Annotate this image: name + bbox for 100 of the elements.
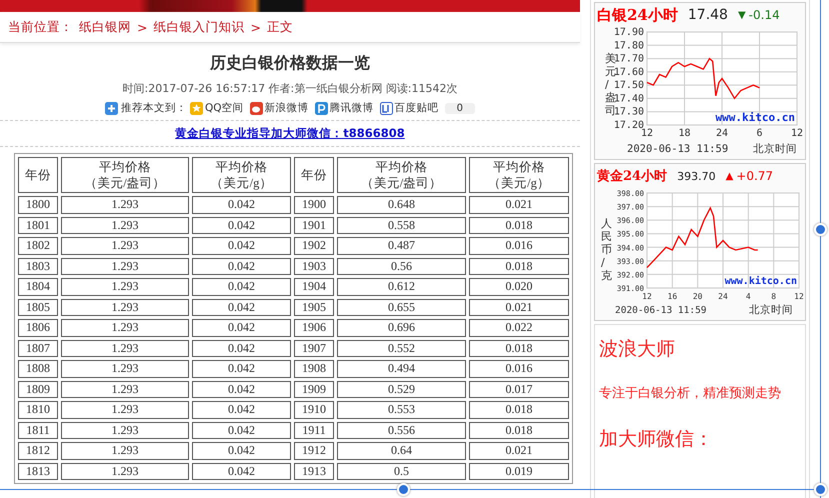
table-cell: 0.042 [192, 442, 291, 460]
chart-date: 2020-06-13 11:59 [627, 143, 728, 154]
column-header: 平均价格 [374, 159, 428, 175]
share-link[interactable]: 新浪微博 [250, 101, 309, 115]
table-cell: 1903 [294, 258, 334, 275]
y-tick-label: 17.60 [614, 66, 644, 78]
source-label: www.kitco.cn [724, 276, 797, 287]
timezone-label: 北京时间 [753, 143, 797, 154]
table-cell: 1907 [294, 340, 334, 357]
table-cell: 1904 [294, 278, 334, 296]
y-axis-label: 美元/盎司 [605, 52, 616, 117]
x-tick-label: 6 [756, 128, 763, 139]
y-tick-label: 17.50 [614, 80, 644, 92]
table-cell: 0.042 [192, 237, 291, 254]
table-cell: 0.042 [192, 258, 291, 275]
timezone-label: 北京时间 [749, 304, 793, 315]
resize-handle[interactable] [814, 483, 827, 496]
table-cell: 1902 [294, 237, 334, 254]
ad-text: 加大师微信： [599, 426, 713, 452]
table-cell: 0.019 [469, 462, 569, 480]
table-cell: 0.612 [337, 278, 466, 296]
table-cell: 0.042 [192, 340, 291, 357]
table-cell: 0.042 [192, 278, 291, 296]
x-tick-label: 24 [718, 292, 728, 301]
article-meta: 时间:2017-07-26 16:57:17 作者:第一纸白银分析网 阅读:11542次 [122, 81, 458, 96]
table-cell: 0.018 [469, 422, 569, 439]
table-cell: 0.042 [192, 422, 291, 439]
table-cell: 0.696 [337, 319, 466, 336]
table-cell: 1803 [18, 258, 58, 275]
current-price: 17.48 [688, 7, 728, 23]
table-cell: 0.553 [337, 401, 466, 418]
ad-text: 专注于白银分析，精准预测走势 [599, 386, 781, 403]
table-cell: 0.487 [337, 237, 466, 254]
resize-handle[interactable] [814, 223, 827, 236]
y-axis-label: 人民币/克 [601, 217, 612, 282]
table-cell: 1913 [294, 462, 334, 480]
table-cell: 1801 [18, 216, 58, 234]
table-cell: 1910 [294, 401, 334, 418]
y-tick-label: 17.30 [614, 106, 644, 118]
table-cell: 0.022 [469, 319, 569, 336]
table-cell: 1805 [18, 298, 58, 316]
table-cell: 0.021 [469, 442, 569, 460]
breadcrumb-separator: > [250, 20, 261, 34]
table-cell: 1.293 [61, 258, 189, 275]
chart-title: 白银24小时 [597, 6, 678, 24]
table-cell: 1905 [294, 298, 334, 316]
table-cell: 1912 [294, 442, 334, 460]
y-tick-label: 17.90 [614, 27, 644, 38]
breadcrumb-link[interactable]: 纸白银入门知识 [153, 18, 244, 36]
x-tick-label: 16 [668, 292, 678, 301]
table-cell: 1911 [294, 422, 334, 439]
table-cell: 0.042 [192, 298, 291, 316]
table-cell: 1.293 [61, 298, 189, 316]
table-cell: 1900 [294, 196, 334, 214]
table-cell: 0.016 [469, 360, 569, 378]
breadcrumb-link[interactable]: 纸白银网 [79, 18, 131, 36]
trend-arrow: ▼ [738, 10, 746, 20]
table-cell: 1807 [18, 340, 58, 357]
promo-link[interactable]: 黄金白银专业指导加大师微信：t8866808 [175, 126, 405, 141]
table-cell: 1800 [18, 196, 58, 214]
table-cell: 0.042 [192, 216, 291, 234]
resize-handle[interactable] [397, 483, 410, 496]
table-cell: 0.020 [469, 278, 569, 296]
x-tick-label: 4 [746, 292, 751, 301]
table-cell: 1.293 [61, 237, 189, 254]
table-cell: 1.293 [61, 216, 189, 234]
plus-icon [105, 102, 118, 114]
x-tick-label: 12 [640, 128, 654, 139]
share-link[interactable]: 百度贴吧 [380, 101, 439, 115]
table-cell: 1.293 [61, 196, 189, 214]
column-unit: （美元/盎司） [83, 175, 167, 191]
current-price: 393.70 [677, 170, 716, 182]
table-cell: 0.017 [469, 380, 569, 398]
table-cell: 0.018 [469, 258, 569, 275]
table-cell: 0.016 [469, 237, 569, 254]
ad-text: 波浪大师 [599, 337, 675, 362]
column-header: 平均价格 [98, 159, 152, 175]
table-cell: 0.018 [469, 340, 569, 357]
table-cell: 0.5 [337, 462, 466, 480]
table-cell: 0.556 [337, 422, 466, 439]
breadcrumb-link[interactable]: 正文 [266, 18, 293, 36]
share-link[interactable]: QQ空间 [190, 101, 244, 115]
chart-title: 黄金24小时 [597, 168, 668, 185]
table-cell: 1908 [294, 360, 334, 378]
table-cell: 0.042 [192, 401, 291, 418]
table-cell: 1813 [18, 462, 58, 480]
share-link[interactable]: 腾讯微博 [314, 101, 374, 115]
table-cell: 1.293 [61, 360, 189, 378]
chart-date: 2020-06-13 11:59 [615, 305, 707, 315]
table-cell: 0.655 [337, 298, 466, 316]
column-unit: （美元/盎司） [360, 175, 444, 191]
table-cell: 0.648 [337, 196, 466, 214]
price-change: +0.77 [736, 169, 774, 183]
table-cell: 1.293 [61, 422, 189, 439]
star-icon [190, 102, 204, 114]
source-label: www.kitco.cn [716, 111, 795, 124]
share-label: 推荐本文到： [121, 101, 188, 115]
table-cell: 0.018 [469, 216, 569, 234]
breadcrumb-label: 当前位置： [8, 18, 73, 36]
table-cell: 0.56 [337, 258, 466, 275]
